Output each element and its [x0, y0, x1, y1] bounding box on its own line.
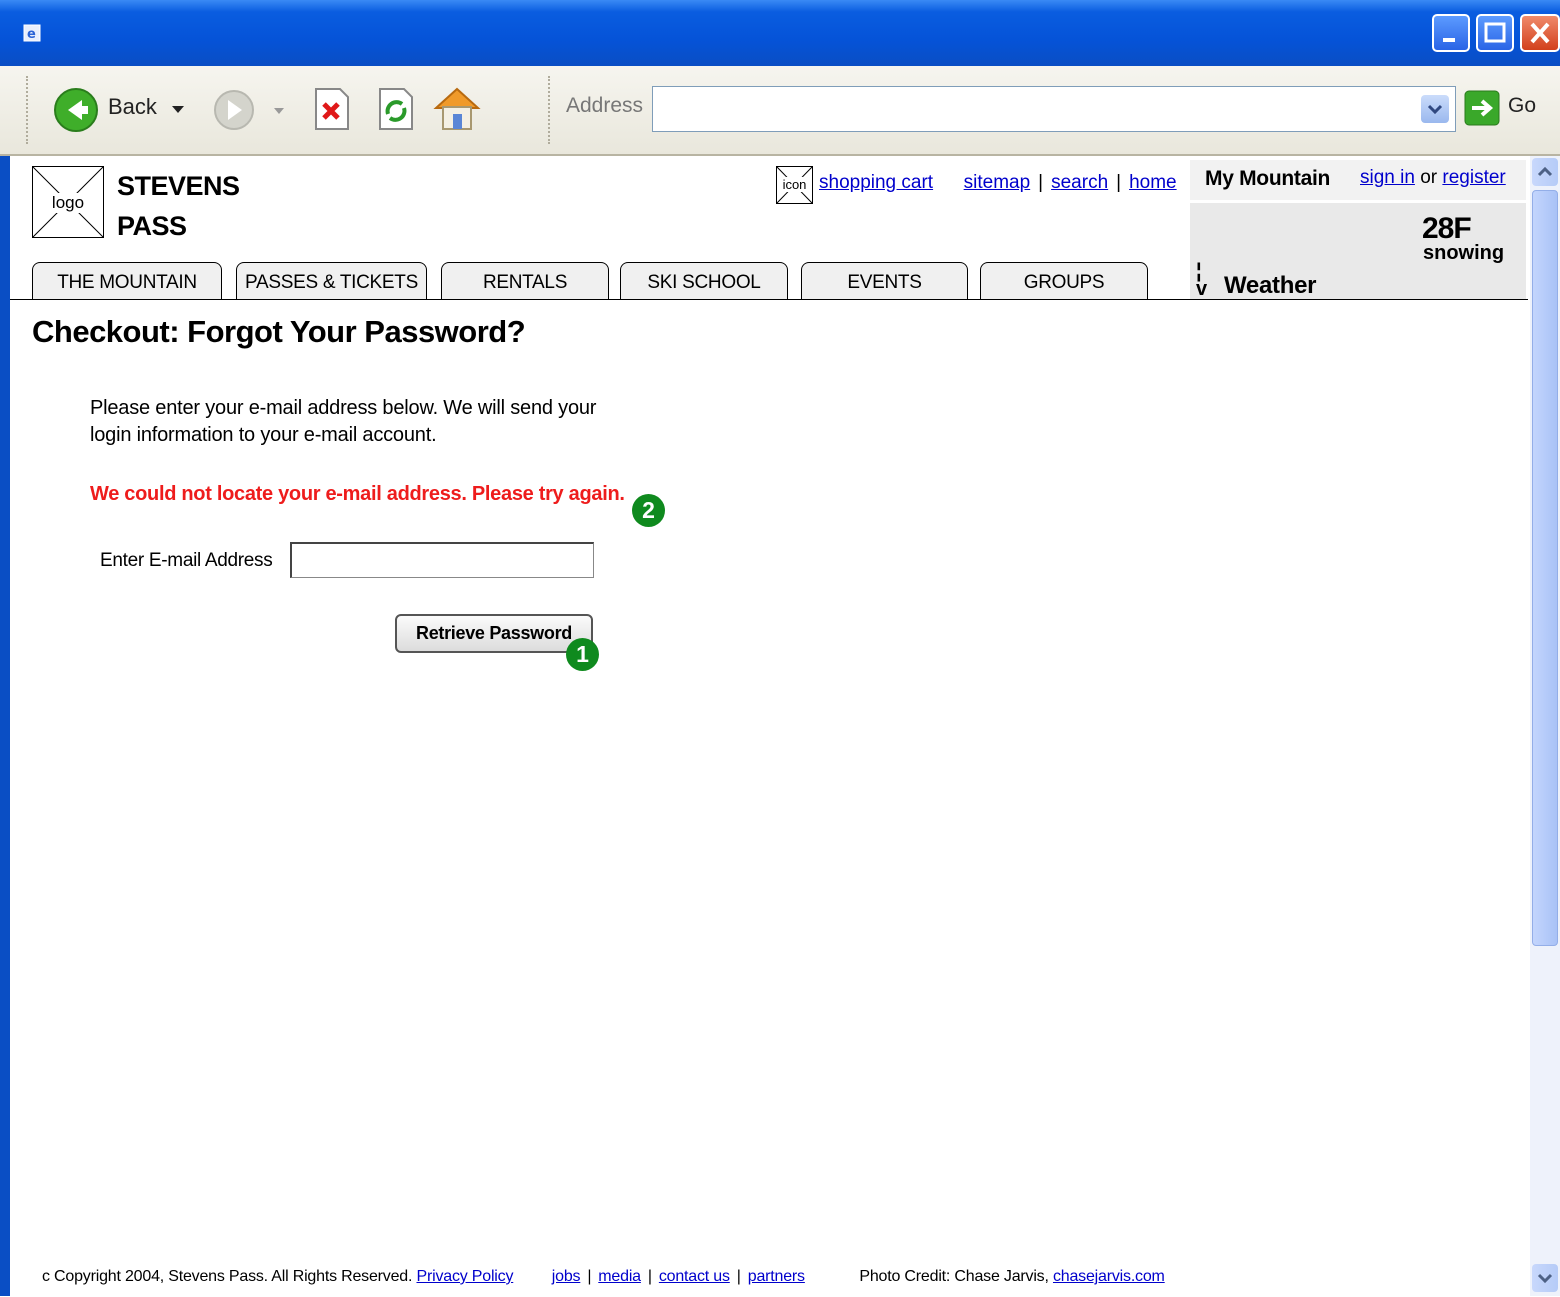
- sitemap-link[interactable]: sitemap: [964, 172, 1031, 193]
- instructions-text: Please enter your e-mail address below. …: [90, 397, 597, 446]
- go-arrow-icon[interactable]: [1464, 90, 1500, 126]
- minimize-icon: [1443, 38, 1455, 42]
- media-link[interactable]: media: [598, 1268, 641, 1285]
- my-mountain-title: My Mountain: [1205, 167, 1331, 190]
- maximize-icon: [1484, 22, 1506, 43]
- tab-ski-school[interactable]: SKI SCHOOL: [620, 262, 788, 300]
- shopping-cart-icon[interactable]: icon: [776, 166, 813, 204]
- footer: c Copyright 2004, Stevens Pass. All Righ…: [42, 1268, 1165, 1286]
- annotation-badge-2: 2: [632, 494, 665, 527]
- divider: |: [1038, 172, 1044, 193]
- brand-line-1: STEVENS: [117, 171, 240, 201]
- address-label: Address: [566, 94, 644, 117]
- photo-credit-link[interactable]: chasejarvis.com: [1053, 1268, 1165, 1285]
- stop-icon[interactable]: [310, 86, 354, 132]
- chevron-down-icon: [1427, 104, 1443, 115]
- internet-explorer-icon: e: [23, 24, 41, 42]
- contact-us-link[interactable]: contact us: [659, 1268, 730, 1285]
- or-text: or: [1420, 167, 1438, 188]
- retrieve-password-button[interactable]: Retrieve Password: [395, 614, 593, 653]
- annotation-badge-1: 1: [566, 638, 599, 671]
- email-label: Enter E-mail Address: [100, 550, 273, 571]
- svg-text:e: e: [27, 27, 36, 42]
- address-dropdown-button[interactable]: [1421, 95, 1449, 123]
- brand-line-2: PASS: [117, 211, 187, 241]
- weather-temperature: 28F: [1422, 212, 1472, 245]
- vertical-scrollbar[interactable]: [1530, 156, 1560, 1296]
- divider: |: [647, 1268, 652, 1285]
- email-field[interactable]: [290, 542, 594, 578]
- tab-passes-tickets[interactable]: PASSES & TICKETS: [236, 262, 427, 300]
- forward-dropdown-icon[interactable]: [274, 108, 284, 116]
- window-border: [0, 156, 10, 1296]
- home-icon[interactable]: [432, 84, 482, 134]
- page-title: Checkout: Forgot Your Password?: [32, 314, 526, 349]
- account-links: sign in or register: [1360, 167, 1506, 189]
- chevron-down-icon: [1537, 1273, 1553, 1284]
- scroll-down-button[interactable]: [1532, 1264, 1558, 1292]
- minimize-button[interactable]: [1432, 14, 1470, 52]
- tab-rentals[interactable]: RENTALS: [441, 262, 609, 300]
- divider: |: [736, 1268, 741, 1285]
- weather-expand-arrow-icon[interactable]: ¦ v: [1196, 261, 1207, 299]
- cart-icon-text: icon: [777, 177, 812, 192]
- back-button[interactable]: Back: [108, 94, 157, 120]
- divider: |: [587, 1268, 592, 1285]
- utility-links: shopping cart sitemap | search | home: [819, 172, 1177, 194]
- tab-groups[interactable]: GROUPS: [980, 262, 1148, 300]
- brand-name: STEVENS PASS: [117, 166, 240, 246]
- tab-events[interactable]: EVENTS: [801, 262, 968, 300]
- sign-in-link[interactable]: sign in: [1360, 167, 1415, 188]
- privacy-policy-link[interactable]: Privacy Policy: [416, 1268, 513, 1285]
- toolbar-grip: [26, 76, 31, 144]
- close-icon: [1530, 22, 1550, 44]
- error-message: We could not locate your e-mail address.…: [90, 483, 625, 505]
- address-bar[interactable]: [652, 86, 1456, 132]
- chevron-up-icon: [1537, 166, 1553, 177]
- logo-text: logo: [46, 193, 90, 213]
- photo-credit-text: Photo Credit: Chase Jarvis,: [859, 1268, 1049, 1285]
- refresh-icon[interactable]: [374, 86, 418, 132]
- weather-toggle[interactable]: Weather: [1224, 272, 1316, 300]
- maximize-button[interactable]: [1476, 14, 1514, 52]
- close-button[interactable]: [1520, 14, 1560, 52]
- go-button[interactable]: Go: [1508, 94, 1536, 118]
- register-link[interactable]: register: [1442, 167, 1505, 188]
- tab-divider: [10, 299, 1528, 300]
- home-link[interactable]: home: [1129, 172, 1177, 193]
- partners-link[interactable]: partners: [748, 1268, 805, 1285]
- jobs-link[interactable]: jobs: [552, 1268, 581, 1285]
- logo[interactable]: logo: [32, 166, 104, 238]
- window-title-bar: e: [0, 0, 1560, 66]
- scrollbar-thumb[interactable]: [1532, 190, 1558, 946]
- shopping-cart-link[interactable]: shopping cart: [819, 172, 933, 193]
- browser-toolbar: Back Address Go: [0, 66, 1560, 156]
- divider: |: [1116, 172, 1122, 193]
- scroll-up-button[interactable]: [1532, 158, 1558, 186]
- forward-arrow-icon[interactable]: [212, 88, 256, 132]
- search-link[interactable]: search: [1051, 172, 1108, 193]
- toolbar-grip: [548, 76, 553, 144]
- back-dropdown-icon[interactable]: [172, 106, 184, 116]
- copyright-text: c Copyright 2004, Stevens Pass. All Righ…: [42, 1268, 413, 1285]
- back-arrow-icon[interactable]: [52, 86, 100, 134]
- weather-condition: snowing: [1423, 242, 1505, 264]
- tab-the-mountain[interactable]: THE MOUNTAIN: [32, 262, 222, 300]
